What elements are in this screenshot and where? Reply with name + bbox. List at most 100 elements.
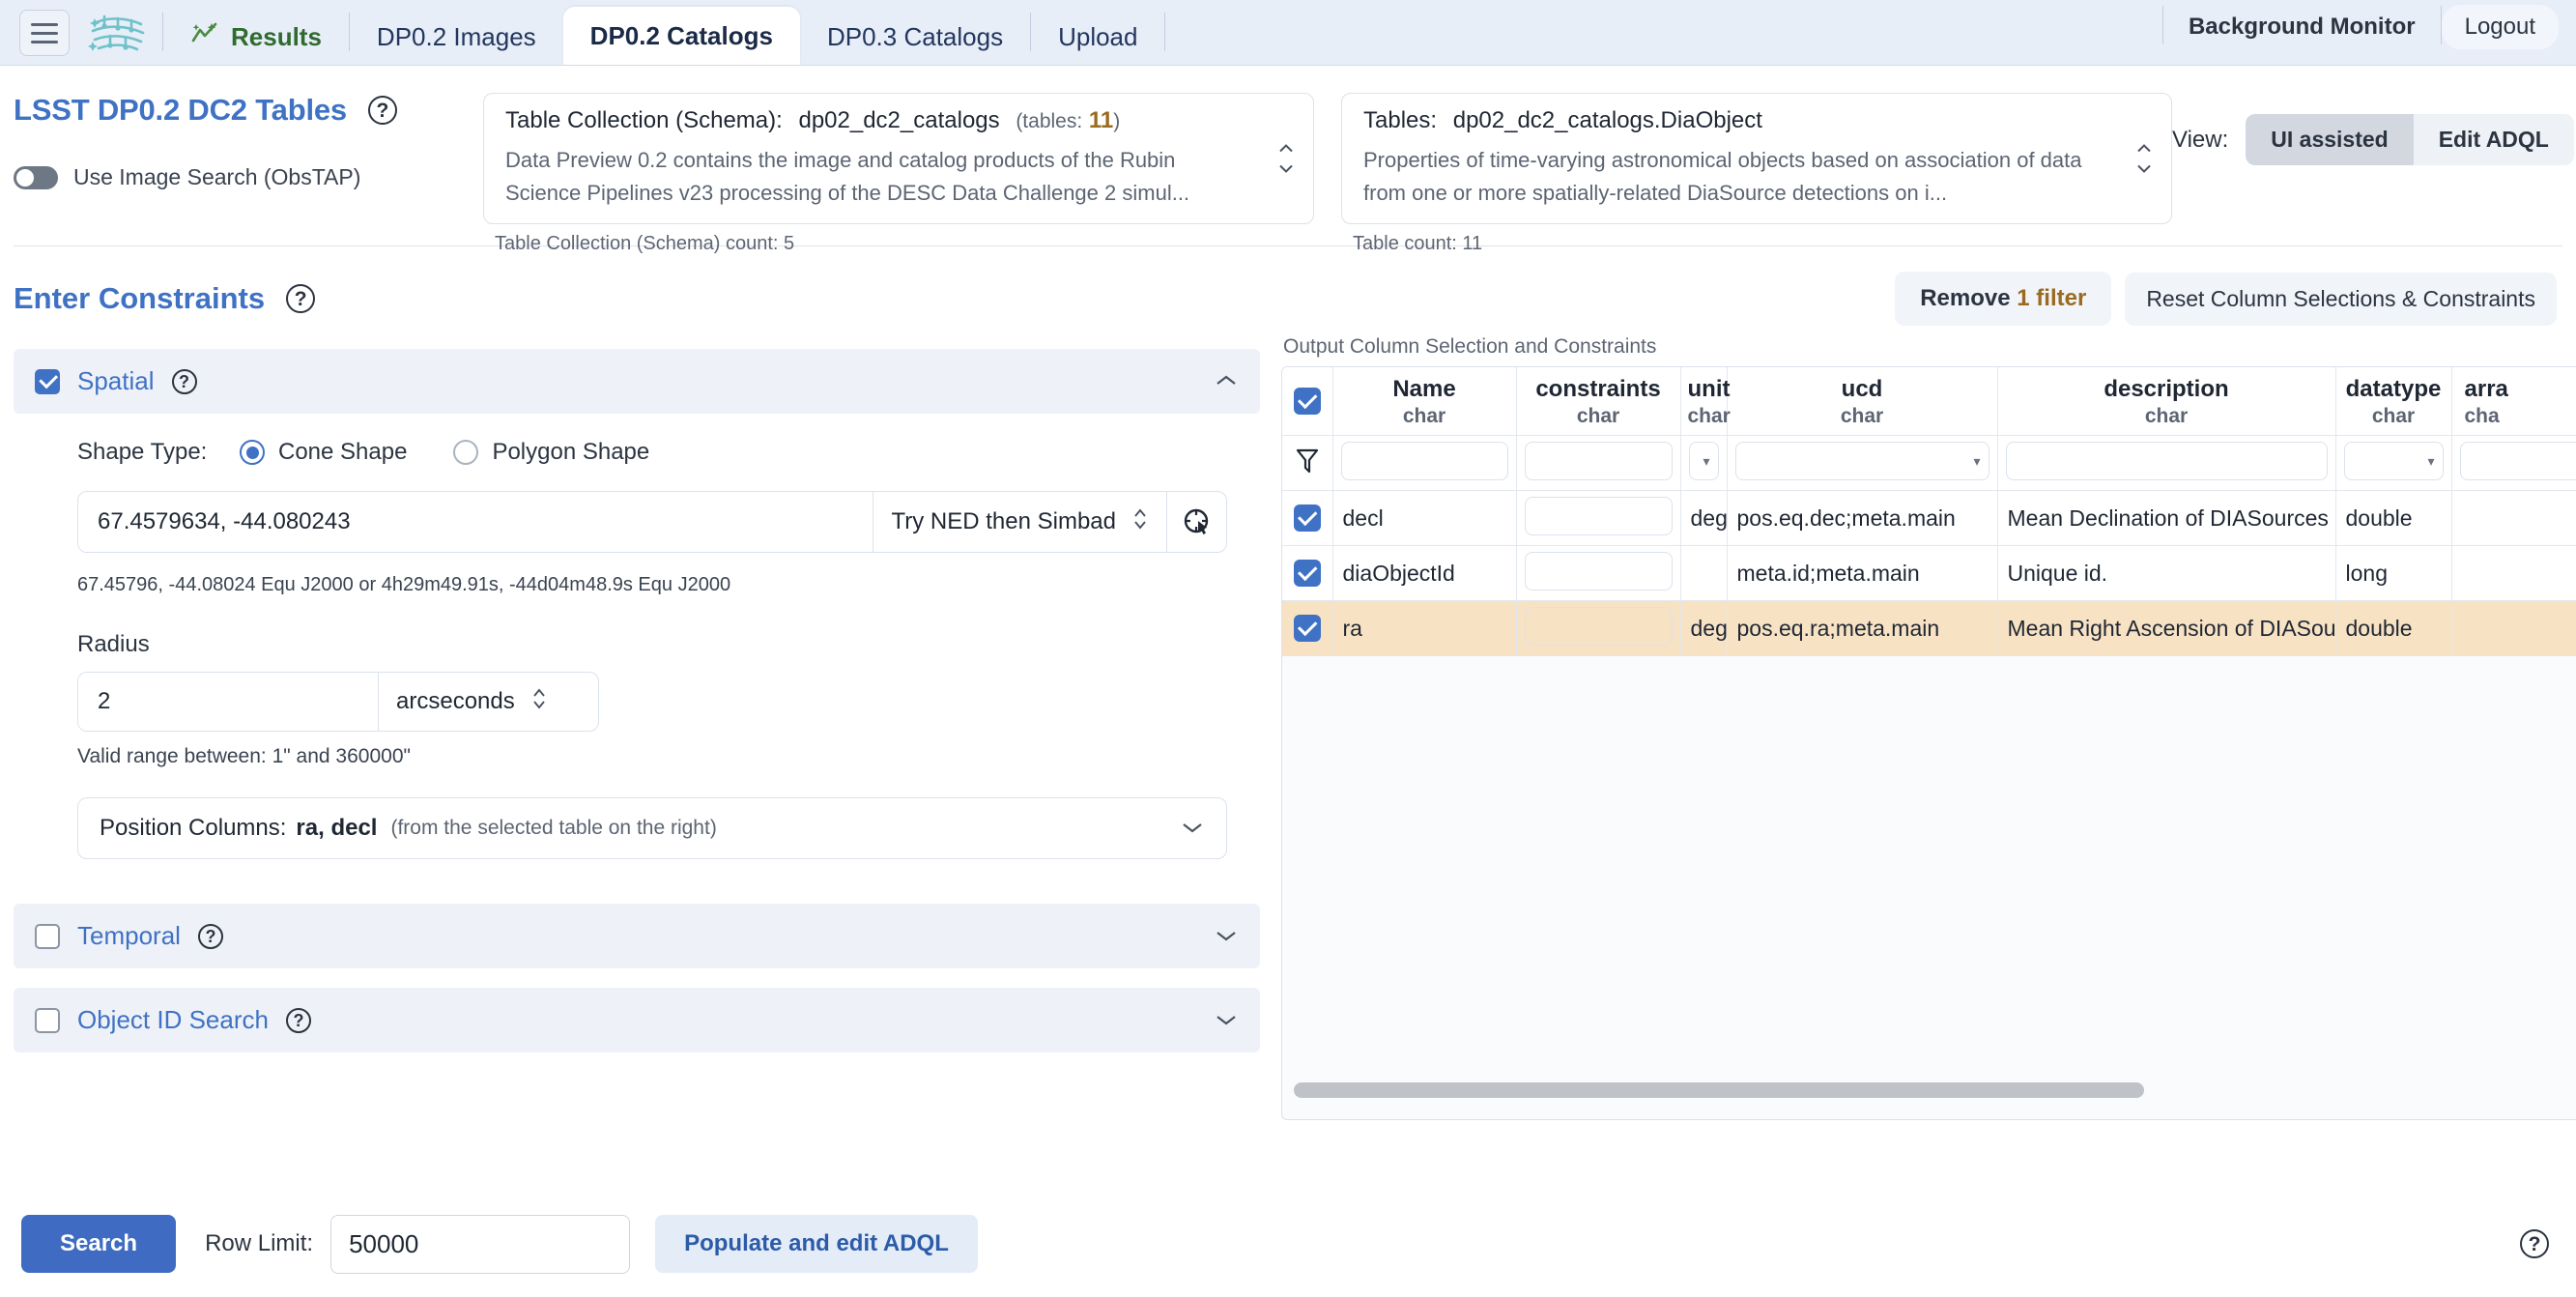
accordion-object-id-header[interactable]: Object ID Search ? [14,988,1260,1052]
remove-filter-button[interactable]: Remove 1 filter [1895,272,2112,326]
target-crosshair-icon[interactable] [1166,492,1226,552]
question-mark-icon[interactable]: ? [171,368,197,394]
constraints-header: Enter Constraints ? Remove 1 filter Rese… [0,246,2576,326]
question-mark-icon[interactable]: ? [197,923,223,949]
accordion-temporal-header[interactable]: Temporal ? [14,904,1260,968]
rubin-logo-icon [83,9,153,59]
accordion-spatial-header[interactable]: Spatial ? [14,349,1260,414]
tab-upload[interactable]: Upload [1031,9,1164,65]
chevron-down-icon[interactable] [1214,926,1239,947]
schema-tables-label: (tables: [1016,110,1083,132]
logout-button[interactable]: Logout [2441,5,2559,49]
column-header-ucd[interactable]: ucd char [1727,367,1998,436]
row-constraint-input[interactable] [1524,552,1673,591]
question-mark-icon[interactable]: ? [286,284,316,313]
schema-select[interactable]: Table Collection (Schema): dp02_dc2_cata… [483,93,1314,225]
populate-adql-button[interactable]: Populate and edit ADQL [655,1215,978,1273]
filter-input-name[interactable] [1340,442,1508,480]
resolver-value: Try NED then Simbad [891,508,1116,534]
constraints-panel: Spatial ? Shape Type: Cone Shape Polygon… [14,335,1260,1120]
radius-unit-value: arcseconds [396,688,515,714]
coordinates-input[interactable] [78,492,873,552]
table-row[interactable]: ra deg pos.eq.ra;meta.main Mean Right As… [1282,600,2576,656]
row-checkbox-cell [1282,545,1333,601]
filter-input-constraints[interactable] [1524,442,1673,480]
tables-label: Tables: [1363,107,1438,133]
remove-filter-prefix: Remove [1920,285,2011,311]
shape-type-label: Shape Type: [77,439,208,465]
question-mark-icon[interactable]: ? [285,1007,311,1033]
position-columns-value: ra, decl [296,815,378,841]
cell-unit: deg [1680,600,1728,656]
tables-value: dp02_dc2_catalogs.DiaObject [1452,107,1762,133]
column-header-name[interactable]: Name char [1332,367,1517,436]
schema-tables-count: 11 [1088,107,1114,133]
cell-ucd: pos.eq.dec;meta.main [1727,490,1998,546]
table-row[interactable]: diaObjectId meta.id;meta.main Unique id.… [1282,545,2576,601]
column-header-constraints[interactable]: constraints char [1516,367,1681,436]
tab-results[interactable]: Results [163,9,349,65]
spatial-body: Shape Type: Cone Shape Polygon Shape Try… [14,414,1260,859]
tables-count-caption: Table count: 11 [1353,233,1483,255]
cell-arraysize [2451,600,2576,656]
row-checkbox[interactable] [1293,615,1321,642]
filter-input-unit[interactable]: ▾ [1688,442,1719,480]
cell-ucd: meta.id;meta.main [1727,545,1998,601]
background-monitor-button[interactable]: Background Monitor [2163,14,2441,41]
question-mark-icon[interactable]: ? [367,96,397,125]
radius-input[interactable] [78,673,378,731]
temporal-checkbox[interactable] [35,923,60,949]
chevron-down-icon[interactable] [1214,1010,1239,1031]
radio-cone-shape-label: Cone Shape [278,439,408,465]
filter-input-arraysize[interactable] [2459,442,2576,480]
table-horizontal-scrollbar[interactable] [1294,1082,2576,1098]
spatial-checkbox[interactable] [35,368,60,394]
search-button[interactable]: Search [21,1215,177,1273]
schema-description: Data Preview 0.2 contains the image and … [505,148,1190,206]
row-checkbox[interactable] [1293,504,1321,532]
radius-unit-select[interactable]: arcseconds [378,673,565,731]
column-header-arraysize[interactable]: arra cha [2451,367,2576,436]
chevron-up-icon[interactable] [1214,371,1239,392]
funnel-filter-icon[interactable] [1295,448,1320,479]
cell-constraints [1516,600,1681,656]
remove-filter-count: 1 [2017,285,2030,311]
filter-input-datatype[interactable]: ▾ [2343,442,2444,480]
row-constraint-input[interactable] [1524,497,1673,535]
output-column-panel: Output Column Selection and Constraints [1260,335,2576,1120]
radio-polygon-shape[interactable] [453,440,479,465]
view-ui-assisted-button[interactable]: UI assisted [2246,114,2414,165]
view-edit-adql-button[interactable]: Edit ADQL [2414,114,2574,165]
filter-row-icon-cell [1282,435,1333,491]
reset-columns-button[interactable]: Reset Column Selections & Constraints [2125,272,2557,326]
column-header-unit[interactable]: unit char [1680,367,1731,436]
question-mark-icon[interactable]: ? [2520,1229,2549,1258]
nav-divider [1164,13,1166,51]
column-header-description[interactable]: description char [1997,367,2336,436]
row-checkbox[interactable] [1293,560,1321,587]
position-columns-select[interactable]: Position Columns: ra, decl (from the sel… [77,797,1227,859]
hamburger-icon[interactable] [19,10,70,56]
radio-cone-shape[interactable] [240,440,265,465]
chevron-updown-icon[interactable] [2134,144,2154,174]
filter-input-ucd[interactable]: ▾ [1734,442,1989,480]
chevron-updown-icon[interactable] [1276,144,1296,174]
row-constraint-input[interactable] [1524,607,1673,646]
cell-description: Unique id. [1997,545,2336,601]
tables-select[interactable]: Tables: dp02_dc2_catalogs.DiaObject Prop… [1341,93,2172,225]
tab-dp02-catalogs[interactable]: DP0.2 Catalogs [562,7,800,65]
cell-constraints [1516,545,1681,601]
obstap-toggle[interactable] [14,165,58,189]
tab-dp02-images[interactable]: DP0.2 Images [350,9,563,65]
object-id-checkbox[interactable] [35,1007,60,1033]
column-header-datatype[interactable]: datatype char [2335,367,2452,436]
table-row[interactable]: decl deg pos.eq.dec;meta.main Mean Decli… [1282,490,2576,546]
row-limit-input[interactable] [330,1214,631,1274]
tab-dp03-catalogs[interactable]: DP0.3 Catalogs [800,9,1030,65]
resolver-select[interactable]: Try NED then Simbad [873,492,1166,552]
filter-cell-description [1997,435,2336,491]
position-columns-hint: (from the selected table on the right) [390,817,717,839]
spatial-label: Spatial [77,366,155,395]
filter-input-description[interactable] [2005,442,2328,480]
select-all-checkbox[interactable] [1293,388,1321,415]
